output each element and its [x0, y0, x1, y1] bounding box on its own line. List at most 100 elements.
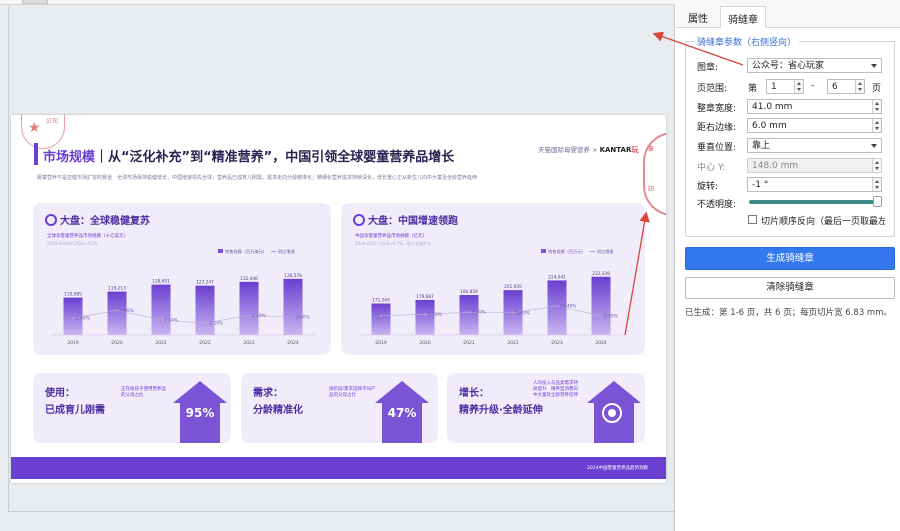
- stat-card-usage: 使用： 已成育儿刚需 正在给孩子使用营养品的父母占比 95%: [33, 373, 231, 443]
- seam-stamp-slice: 章 印: [643, 132, 666, 216]
- margin-stepper[interactable]: 6.0 mm: [747, 118, 882, 133]
- spin-arrows-icon[interactable]: [872, 100, 881, 113]
- legend-line-swatch: [589, 251, 595, 252]
- up-arrow-icon: 47%: [375, 381, 429, 443]
- x-tick-label: 2024: [595, 340, 607, 346]
- coin-icon: [353, 214, 365, 226]
- tab-properties[interactable]: 属性: [682, 6, 714, 28]
- slide-title-accent: [34, 143, 38, 165]
- growth-label: 2.40%: [76, 315, 90, 321]
- coin-icon: [45, 214, 57, 226]
- opacity-slider[interactable]: [749, 200, 880, 204]
- legend-line-swatch: [270, 251, 276, 252]
- panel-head: 大盘：中国增速领跑: [353, 212, 458, 227]
- clear-seal-button[interactable]: 清除骑缝章: [685, 277, 895, 299]
- generate-seal-button[interactable]: 生成骑缝章: [685, 247, 895, 270]
- growth-label: 6.20%: [472, 310, 486, 316]
- bar-label: 190,858: [460, 289, 478, 295]
- bar-label: 232,339: [592, 271, 610, 277]
- growth-label: 1.10%: [164, 317, 178, 323]
- bar-label: 171,569: [372, 298, 390, 304]
- panel-head-text: 大盘：中国增速领跑: [368, 216, 458, 227]
- bar-2024: [283, 278, 303, 335]
- range-label: 页范围:: [697, 84, 728, 94]
- vpos-value: 靠上: [752, 141, 771, 151]
- chevron-down-icon: [871, 64, 877, 68]
- stat-card-growth: 增长： 精养升级·全龄延伸 人均投入与品类需求持续提升 精养型消费向中大童及全龄营…: [447, 373, 645, 443]
- bar-label: 128,691: [152, 279, 170, 285]
- spin-arrows-icon[interactable]: [872, 119, 881, 132]
- margin-value: 6.0 mm: [752, 121, 787, 131]
- panel-tabbar: 属性 骑缝章: [676, 0, 900, 28]
- panel-desc2: 2019-2024年CAGR≈4.2%: [47, 241, 98, 246]
- vpos-label: 垂直位置:: [697, 143, 737, 153]
- status-text: 已生成：第 1-6 页，共 6 页；每页切片宽 6.83 mm。: [685, 308, 892, 318]
- slide-page-preview[interactable]: ★ 公司 市场规模｜从“泛化补充”到“精准营养”，中国引领全球婴童营养品增长 天…: [11, 115, 666, 483]
- card-note: 按阶段/需求选择不同产品的父母占比: [329, 387, 376, 398]
- growth-point: [291, 315, 295, 319]
- panel-desc2: 2019-2024 CAGR≈6.7%，高于全球平均: [355, 241, 431, 246]
- x-tick-label: 2021: [155, 340, 167, 346]
- growth-point: [71, 316, 75, 320]
- seal-select[interactable]: 公众号：省心玩家: [747, 58, 882, 73]
- seal-label: 图章:: [697, 63, 719, 73]
- growth-point: [555, 304, 559, 308]
- up-arrow-icon: 95%: [173, 381, 227, 443]
- card-percent: 95%: [185, 406, 215, 420]
- margin-label: 距右边缘:: [697, 123, 737, 133]
- medal-icon: [602, 403, 622, 423]
- bar-label: 136,578: [284, 273, 302, 279]
- card-percent: 47%: [387, 406, 417, 420]
- slide-title-lead: 市场规模: [43, 150, 96, 165]
- rotation-stepper[interactable]: -1 °: [747, 177, 882, 192]
- workspace-toolbar-strip: [0, 0, 675, 5]
- card-title-line1: 使用：: [45, 388, 75, 399]
- x-tick-label: 2022: [199, 340, 211, 346]
- panel-desc: 全球孕婴童营养品市场规模（十亿美元）: [47, 234, 128, 239]
- width-stepper[interactable]: 41.0 mm: [747, 99, 882, 114]
- growth-point: [203, 321, 207, 325]
- card-title-line2: 精养升级·全龄延伸: [459, 405, 543, 416]
- vpos-select[interactable]: 靠上: [747, 138, 882, 153]
- x-tick-label: 2020: [111, 340, 123, 346]
- growth-label: 5.80%: [516, 310, 530, 316]
- document-workspace[interactable]: ★ 公司 市场规模｜从“泛化补充”到“精准营养”，中国引领全球婴童营养品增长 天…: [0, 0, 675, 531]
- bar-2023: [239, 281, 259, 335]
- growth-point: [511, 311, 515, 314]
- center-y-label: 中心 Y:: [697, 163, 726, 173]
- range-to-stepper[interactable]: 6: [827, 79, 865, 94]
- tab-seam-seal[interactable]: 骑缝章: [720, 6, 766, 28]
- spin-arrows-icon[interactable]: [872, 178, 881, 191]
- bar-label: 201,935: [504, 284, 522, 290]
- bar-2019: [371, 303, 391, 335]
- reverse-order-checkbox[interactable]: [748, 215, 757, 224]
- center-y-value: 148.0 mm: [752, 161, 799, 171]
- spin-arrows-icon[interactable]: [855, 80, 864, 93]
- bar-chart-china: 171,569 2019 179,687 2020 190,858 2021 201,935…: [351, 255, 631, 355]
- range-from-value: 1: [771, 82, 777, 92]
- chart-panel-china: 大盘：中国增速领跑 中国孕婴童营养品市场规模（亿元） 2019-2024 CAG…: [341, 203, 645, 355]
- reverse-order-label[interactable]: 切片顺序反向（最后一页取最左侧）: [761, 214, 885, 227]
- x-tick-label: 2019: [67, 340, 79, 346]
- bar-2021: [151, 284, 171, 335]
- spin-arrows-icon[interactable]: [794, 80, 803, 93]
- card-title-line1: 增长：: [459, 388, 489, 399]
- legend-bar-label: 销售规模（百万美元）: [225, 249, 267, 254]
- workspace-border-bottom: [8, 511, 675, 512]
- growth-point: [159, 318, 163, 322]
- growth-label: -1.10%: [208, 321, 223, 327]
- legend-line-label: 同比增速: [596, 249, 614, 254]
- range-to-value: 6: [832, 82, 838, 92]
- opacity-slider-thumb[interactable]: [873, 196, 882, 207]
- panel-desc: 中国孕婴童营养品市场规模（亿元）: [355, 234, 427, 239]
- opacity-label: 不透明度:: [697, 200, 737, 210]
- range-from-stepper[interactable]: 1: [766, 79, 804, 94]
- stat-card-demand: 需求： 分龄精准化 按阶段/需求选择不同产品的父母占比 47%: [241, 373, 438, 443]
- bar-label: 119,213: [108, 286, 126, 292]
- logo-tail: 玩: [631, 146, 639, 154]
- workspace-tab[interactable]: [22, 0, 48, 4]
- group-title: 骑缝章参数（右侧竖向）: [694, 35, 800, 48]
- growth-point: [599, 314, 603, 318]
- legend-bar-swatch: [541, 249, 546, 253]
- bar-label: 179,687: [416, 294, 434, 300]
